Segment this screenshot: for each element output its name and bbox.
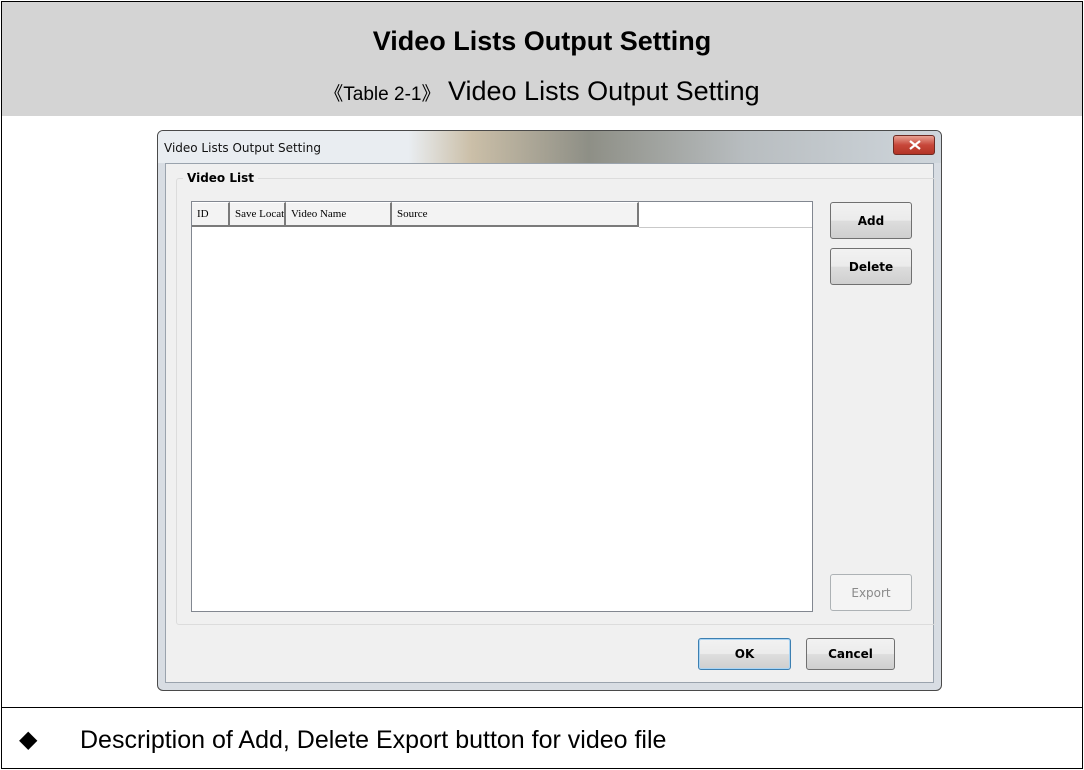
column-header-save-location[interactable]: Save Locat bbox=[230, 202, 286, 227]
cancel-button[interactable]: Cancel bbox=[806, 638, 895, 670]
table-number: 《Table 2-1》 bbox=[324, 84, 441, 105]
caption-text: Video Lists Output Setting bbox=[447, 76, 760, 106]
column-header-source[interactable]: Source bbox=[392, 202, 639, 227]
list-header: ID Save Locat Video Name Source bbox=[192, 202, 639, 227]
diamond-bullet-icon: ◆ bbox=[19, 726, 38, 753]
description-row: ◆ Description of Add, Delete Export butt… bbox=[2, 708, 1082, 770]
header-empty-area bbox=[639, 202, 812, 228]
export-button[interactable]: Export bbox=[830, 574, 912, 611]
dialog-titlebar[interactable]: Video Lists Output Setting bbox=[158, 131, 941, 163]
video-lists-dialog: Video Lists Output Setting Video List ID… bbox=[157, 130, 942, 691]
table-header: Video Lists Output Setting 《Table 2-1》 V… bbox=[2, 2, 1082, 117]
ok-button[interactable]: OK bbox=[698, 638, 791, 670]
delete-button[interactable]: Delete bbox=[830, 248, 912, 285]
column-header-video-name[interactable]: Video Name bbox=[286, 202, 392, 227]
page-title: Video Lists Output Setting bbox=[372, 26, 712, 56]
dialog-client-area: Video List ID Save Locat Video Name Sour… bbox=[165, 163, 936, 683]
column-header-id[interactable]: ID bbox=[192, 202, 230, 227]
description-text: Description of Add, Delete Export button… bbox=[80, 726, 667, 754]
video-list-label: Video List bbox=[183, 171, 258, 185]
close-icon bbox=[909, 140, 921, 150]
dialog-title: Video Lists Output Setting bbox=[164, 141, 321, 155]
video-list-view[interactable]: ID Save Locat Video Name Source bbox=[191, 201, 813, 612]
table-caption: 《Table 2-1》 Video Lists Output Setting bbox=[2, 76, 1082, 107]
close-button[interactable] bbox=[893, 135, 935, 155]
add-button[interactable]: Add bbox=[830, 202, 912, 239]
